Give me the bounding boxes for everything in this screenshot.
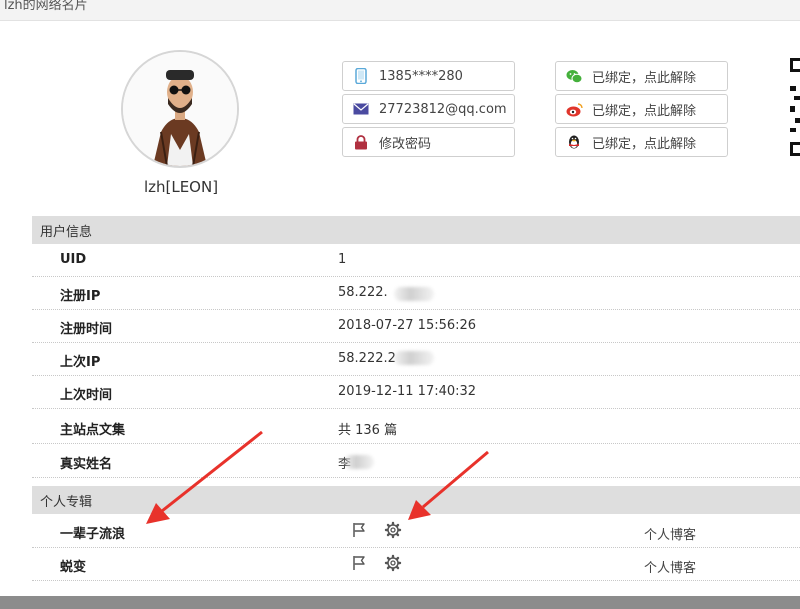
flag-icon[interactable] bbox=[350, 554, 368, 572]
wechat-unbind-button[interactable]: 已绑定，点此解除 bbox=[555, 61, 728, 91]
email-address: 27723812@qq.com bbox=[379, 101, 507, 117]
gear-icon[interactable] bbox=[384, 554, 402, 572]
column-type: 个人博客 bbox=[644, 528, 697, 543]
row-label: 上次IP bbox=[60, 355, 101, 370]
qq-status: 已绑定，点此解除 bbox=[592, 136, 697, 152]
row-value: 2019-12-11 17:40:32 bbox=[338, 384, 477, 399]
phone-icon bbox=[343, 68, 379, 84]
row-label: 真实姓名 bbox=[60, 457, 113, 472]
list-item[interactable]: 蜕变 个人博客 bbox=[32, 548, 800, 581]
bottom-bar bbox=[0, 596, 800, 609]
username: lzh[LEON] bbox=[143, 178, 219, 196]
redaction-blur bbox=[344, 455, 374, 469]
column-type: 个人博客 bbox=[644, 561, 697, 576]
phone-button[interactable]: 1385****280 bbox=[342, 61, 515, 91]
row-value: 共 136 篇 bbox=[338, 423, 398, 438]
qq-penguin-icon bbox=[556, 134, 592, 150]
row-label: 上次时间 bbox=[60, 388, 113, 403]
table-row: 注册IP 58.222. bbox=[32, 277, 800, 310]
avatar-illustration bbox=[123, 52, 237, 166]
table-row: 上次IP 58.222.2 bbox=[32, 343, 800, 376]
row-value: 2018-07-27 15:56:26 bbox=[338, 318, 477, 333]
window-title: lzh的网络名片 bbox=[4, 0, 88, 13]
column-name: 一辈子流浪 bbox=[60, 527, 126, 542]
row-value: 58.222. bbox=[338, 285, 388, 300]
envelope-icon bbox=[343, 103, 379, 115]
columns-section-header: 个人专辑 bbox=[32, 486, 800, 514]
user-info-section-header: 用户信息 bbox=[32, 216, 800, 244]
weibo-status: 已绑定，点此解除 bbox=[592, 103, 697, 119]
columns-section-title: 个人专辑 bbox=[40, 494, 93, 510]
column-name: 蜕变 bbox=[60, 560, 87, 575]
row-label: 主站点文集 bbox=[60, 423, 126, 438]
row-value: 58.222.2 bbox=[338, 351, 396, 366]
flag-icon[interactable] bbox=[350, 521, 368, 539]
email-button[interactable]: 27723812@qq.com bbox=[342, 94, 515, 124]
table-row: 真实姓名 李 bbox=[32, 445, 800, 478]
qr-code bbox=[790, 58, 800, 156]
change-password-label: 修改密码 bbox=[379, 136, 432, 152]
row-value: 1 bbox=[338, 252, 347, 267]
row-label: 注册时间 bbox=[60, 322, 113, 337]
row-label: UID bbox=[60, 252, 87, 267]
avatar bbox=[121, 50, 239, 168]
gear-icon[interactable] bbox=[384, 521, 402, 539]
redaction-blur bbox=[394, 351, 434, 365]
table-row: 注册时间 2018-07-27 15:56:26 bbox=[32, 310, 800, 343]
wechat-status: 已绑定，点此解除 bbox=[592, 70, 697, 86]
lock-icon bbox=[343, 134, 379, 150]
list-item[interactable]: 一辈子流浪 个人博客 bbox=[32, 515, 800, 548]
qq-unbind-button[interactable]: 已绑定，点此解除 bbox=[555, 127, 728, 157]
change-password-button[interactable]: 修改密码 bbox=[342, 127, 515, 157]
weibo-icon bbox=[556, 102, 592, 117]
window-title-bar: lzh的网络名片 bbox=[0, 0, 800, 21]
redaction-blur bbox=[394, 287, 434, 301]
weibo-unbind-button[interactable]: 已绑定，点此解除 bbox=[555, 94, 728, 124]
table-row: UID 1 bbox=[32, 244, 800, 277]
wechat-icon bbox=[556, 69, 592, 84]
table-row: 主站点文集 共 136 篇 bbox=[32, 411, 800, 444]
row-label: 注册IP bbox=[60, 289, 101, 304]
user-info-section-title: 用户信息 bbox=[40, 224, 93, 240]
phone-number: 1385****280 bbox=[379, 68, 463, 84]
table-row: 上次时间 2019-12-11 17:40:32 bbox=[32, 376, 800, 409]
